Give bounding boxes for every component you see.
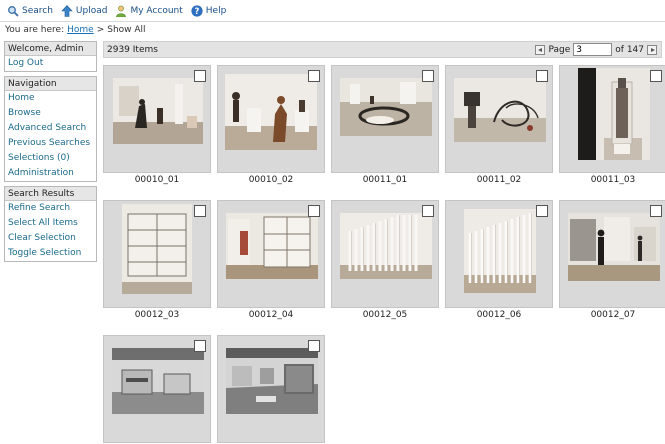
clear-selection-link[interactable]: Clear Selection — [5, 231, 96, 246]
breadcrumb-current: Show All — [107, 25, 146, 35]
select-checkbox[interactable] — [650, 205, 662, 217]
user-icon — [115, 5, 127, 17]
logout-link[interactable]: Log Out — [5, 56, 96, 71]
thumbnail-image — [113, 78, 203, 144]
select-checkbox[interactable] — [308, 340, 320, 352]
thumbnail-caption: 00012_03 — [134, 310, 180, 320]
thumbnail-card[interactable] — [103, 65, 211, 173]
upload-label: Upload — [75, 5, 108, 16]
refine-search-link[interactable]: Refine Search — [5, 201, 96, 216]
thumbnail-card[interactable] — [217, 335, 325, 443]
select-all-link[interactable]: Select All Items — [5, 216, 96, 231]
thumbnail-image — [226, 213, 318, 279]
select-checkbox[interactable] — [422, 70, 434, 82]
prev-page-button[interactable] — [535, 44, 546, 55]
thumbnail-card[interactable] — [445, 200, 553, 308]
page-number-input[interactable] — [573, 43, 613, 56]
thumbnail-caption: 00010_01 — [134, 175, 180, 185]
thumbnail-caption: 00012_06 — [476, 310, 522, 320]
thumbnail-image — [340, 213, 432, 279]
welcome-heading: Welcome, Admin — [5, 42, 96, 56]
nav-browse-link[interactable]: Browse — [5, 106, 96, 121]
breadcrumb-prefix: You are here: — [5, 25, 65, 35]
breadcrumb: You are here: Home > Show All — [5, 25, 146, 37]
thumbnail-card[interactable] — [331, 65, 439, 173]
thumbnail-caption: 00011_01 — [362, 175, 408, 185]
thumbnail-image — [464, 209, 536, 293]
top-toolbar: Search Upload My Account ? Help — [0, 0, 665, 21]
thumbnail-image — [454, 78, 546, 142]
thumbnail-card[interactable] — [331, 200, 439, 308]
select-checkbox[interactable] — [194, 340, 206, 352]
nav-previous-searches-link[interactable]: Previous Searches — [5, 136, 96, 151]
thumbnail-caption: 00010_02 — [248, 175, 294, 185]
search-link[interactable]: Search — [7, 5, 53, 17]
breadcrumb-home-link[interactable]: Home — [67, 25, 94, 37]
svg-text:?: ? — [194, 7, 199, 17]
help-label: Help — [205, 5, 227, 16]
pager: Page of 147 — [535, 43, 657, 56]
my-account-link[interactable]: My Account — [115, 5, 183, 17]
thumbnail-card[interactable] — [559, 200, 665, 308]
nav-selections-link[interactable]: Selections (0) — [5, 151, 96, 166]
select-checkbox[interactable] — [308, 205, 320, 217]
nav-advanced-search-link[interactable]: Advanced Search — [5, 121, 96, 136]
help-icon: ? — [191, 4, 203, 17]
thumbnail-image — [226, 348, 318, 414]
navigation-panel: Navigation Home Browse Advanced Search P… — [4, 76, 97, 182]
thumbnail-image — [578, 68, 650, 160]
thumbnail-caption: 00012_04 — [248, 310, 294, 320]
thumbnail-card[interactable] — [445, 65, 553, 173]
magnifier-icon — [7, 5, 19, 17]
upload-arrow-icon — [61, 4, 73, 17]
thumbnail-caption: 00011_03 — [590, 175, 636, 185]
thumbnail-card[interactable] — [217, 65, 325, 173]
select-checkbox[interactable] — [194, 70, 206, 82]
select-checkbox[interactable] — [650, 70, 662, 82]
item-count: 2939 Items — [107, 44, 158, 55]
thumbnail-card[interactable] — [217, 200, 325, 308]
thumbnail-card[interactable] — [103, 200, 211, 308]
sidebar: Welcome, Admin Log Out Navigation Home B… — [4, 41, 97, 266]
thumbnail-image — [340, 78, 432, 136]
toggle-selection-link[interactable]: Toggle Selection — [5, 246, 96, 261]
nav-home-link[interactable]: Home — [5, 91, 96, 106]
breadcrumb-separator: > — [96, 25, 105, 35]
navigation-heading: Navigation — [5, 77, 96, 91]
page-label: Page — [548, 44, 571, 55]
select-checkbox[interactable] — [422, 205, 434, 217]
select-checkbox[interactable] — [308, 70, 320, 82]
welcome-panel: Welcome, Admin Log Out — [4, 41, 97, 72]
thumbnail-caption: 00012_05 — [362, 310, 408, 320]
thumbnail-image — [568, 213, 660, 281]
help-link[interactable]: ? Help — [191, 4, 227, 17]
upload-link[interactable]: Upload — [61, 4, 108, 17]
thumbnail-image — [225, 74, 317, 150]
search-results-heading: Search Results — [5, 187, 96, 201]
nav-administration-link[interactable]: Administration — [5, 166, 96, 181]
page-total: of 147 — [615, 44, 644, 55]
thumbnail-image — [122, 204, 192, 294]
thumbnail-image — [112, 348, 204, 414]
thumbnail-caption: 00012_07 — [590, 310, 636, 320]
next-page-button[interactable] — [647, 44, 657, 55]
thumbnail-caption: 00011_02 — [476, 175, 522, 185]
thumbnail-card[interactable] — [559, 65, 665, 173]
thumbnail-card[interactable] — [103, 335, 211, 443]
my-account-label: My Account — [130, 5, 183, 16]
search-results-panel: Search Results Refine Search Select All … — [4, 186, 97, 262]
select-checkbox[interactable] — [194, 205, 206, 217]
search-label: Search — [22, 5, 53, 16]
select-checkbox[interactable] — [536, 70, 548, 82]
select-checkbox[interactable] — [536, 205, 548, 217]
results-header: 2939 Items Page of 147 — [103, 41, 662, 58]
toolbar-divider — [0, 21, 665, 22]
